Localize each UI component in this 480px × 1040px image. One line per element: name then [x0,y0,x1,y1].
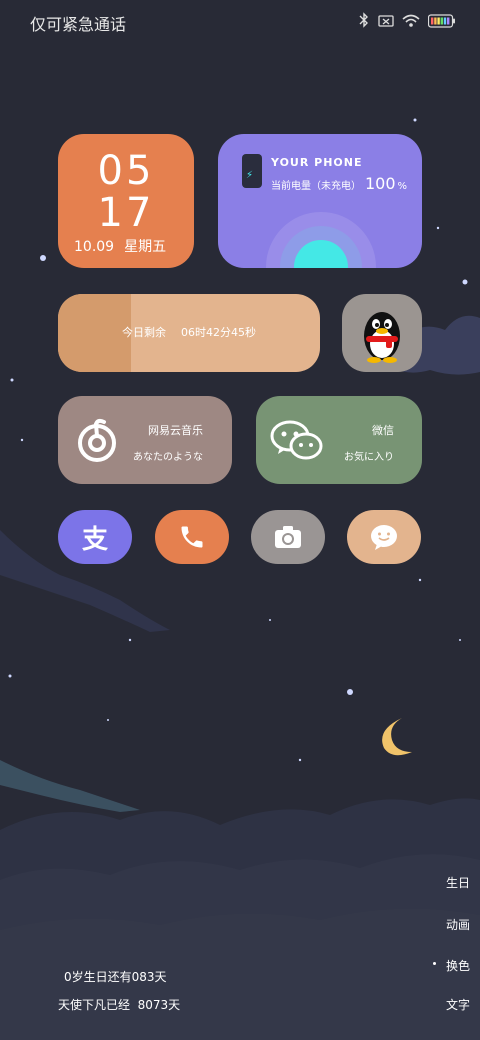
battery-widget[interactable]: YOUR PHONE 当前电量（未充电） 100% [218,134,422,268]
wechat-widget[interactable]: 微信 お気に入り [256,396,422,484]
camera-icon [275,526,301,548]
camera-app-button[interactable] [251,510,325,564]
day-remaining-label: 今日剩余 [122,326,166,339]
wechat-icon [270,420,323,460]
no-sim-icon [378,13,394,32]
battery-percent-unit: % [397,181,408,192]
qq-app-button[interactable] [342,294,422,372]
clock-weekday: 星期五 [124,239,167,255]
netease-music-icon [78,418,116,462]
alipay-icon: 支 [81,524,108,555]
clock-date: 10.09 [74,239,115,255]
selected-dot-indicator [433,962,436,965]
battery-icon [427,13,456,32]
wechat-subtitle: お気に入り [344,452,394,463]
days-since-birth-text: 天使下凡已经 8073天 [58,998,181,1012]
clock-minute: 17 [97,190,155,236]
battery-status-line: 当前电量（未充电） 100% [271,174,407,193]
bluetooth-icon [358,12,370,32]
phone-app-button[interactable] [155,510,229,564]
wechat-title: 微信 [372,424,394,437]
birthday-countdown-text: 0岁生日还有083天 [64,970,167,984]
day-remaining-widget[interactable]: 今日剩余 06时42分45秒 [58,294,320,372]
messages-app-button[interactable] [347,510,421,564]
menu-change-color[interactable]: 换色 [446,957,470,974]
netease-music-title: 网易云音乐 [148,424,203,437]
netease-music-subtitle: あなたのような [133,452,203,463]
clock-hour: 05 [97,148,155,194]
clock-date-line: 10.09 星期五 [74,236,176,256]
status-bar: 仅可紧急通话 [0,0,480,44]
status-icons [358,12,456,32]
battery-percent: 100 [365,174,396,193]
wifi-icon [402,13,420,32]
carrier-text: 仅可紧急通话 [30,15,127,34]
clock-widget[interactable]: 05 17 10.09 星期五 [58,134,194,268]
menu-animation[interactable]: 动画 [446,916,470,933]
netease-music-widget[interactable]: 网易云音乐 あなたのような [58,396,232,484]
alipay-app-button[interactable]: 支 [58,510,132,564]
phone-battery-icon [242,154,262,188]
phone-icon [181,526,203,548]
day-remaining-value: 06时42分45秒 [181,326,256,339]
battery-title: YOUR PHONE [271,156,363,169]
day-remaining-text: 今日剩余 06时42分45秒 [58,324,320,340]
battery-status: 当前电量（未充电） [271,181,361,192]
menu-birthday[interactable]: 生日 [446,874,470,891]
qq-penguin-icon [364,312,400,363]
menu-text[interactable]: 文字 [446,996,470,1013]
message-icon [371,525,397,550]
